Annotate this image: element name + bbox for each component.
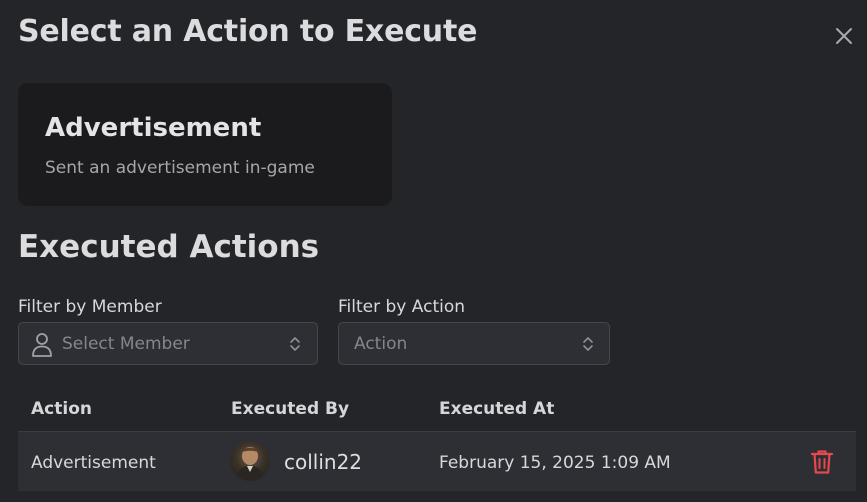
filter-action-label: Filter by Action: [338, 297, 466, 317]
action-modal: Select an Action to Execute Advertisemen…: [0, 0, 867, 502]
user-icon: [31, 332, 53, 362]
trash-icon[interactable]: [810, 449, 834, 479]
modal-title: Select an Action to Execute: [18, 14, 478, 49]
avatar: [230, 441, 270, 481]
action-card-advertisement[interactable]: Advertisement Sent an advertisement in-g…: [18, 83, 392, 206]
column-header-action: Action: [31, 399, 92, 419]
filter-member-label: Filter by Member: [18, 297, 162, 317]
table-row: Advertisement collin22 February 15, 2025…: [18, 431, 856, 491]
member-select[interactable]: Select Member: [18, 322, 318, 365]
action-card-description: Sent an advertisement in-game: [45, 158, 315, 178]
column-header-executed-by: Executed By: [231, 399, 350, 419]
close-icon[interactable]: [833, 25, 855, 47]
executed-actions-title: Executed Actions: [18, 229, 320, 265]
action-select-placeholder: Action: [354, 334, 408, 354]
row-action: Advertisement: [31, 453, 156, 473]
action-card-title: Advertisement: [45, 113, 262, 143]
chevron-updown-icon: [289, 335, 301, 357]
column-header-executed-at: Executed At: [439, 399, 555, 419]
chevron-updown-icon: [582, 335, 594, 357]
row-executed-by[interactable]: collin22: [284, 450, 362, 474]
member-select-placeholder: Select Member: [62, 334, 190, 354]
row-executed-at: February 15, 2025 1:09 AM: [439, 453, 671, 473]
action-select[interactable]: Action: [338, 322, 610, 365]
